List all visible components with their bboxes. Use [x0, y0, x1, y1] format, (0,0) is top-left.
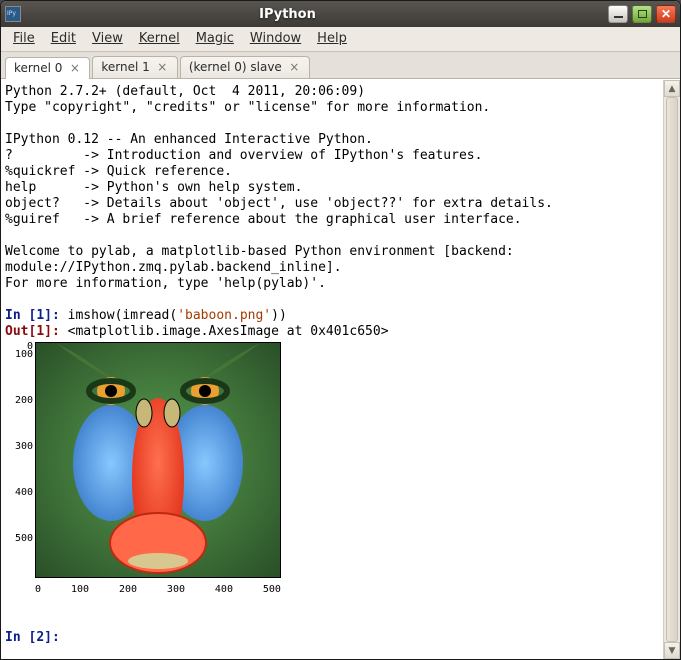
- help-text: object? -> Details about 'object', use '…: [5, 196, 553, 211]
- scroll-track[interactable]: [664, 97, 680, 642]
- out-prompt-end: ]:: [44, 324, 67, 339]
- banner-text: IPython 0.12 -- An enhanced Interactive …: [5, 132, 373, 147]
- y-tick: 200: [15, 396, 33, 442]
- menubar: File Edit View Kernel Magic Window Help: [1, 27, 680, 52]
- tabbar: kernel 0 × kernel 1 × (kernel 0) slave ×: [1, 52, 680, 79]
- tab-label: kernel 1: [101, 60, 149, 74]
- y-tick: 100: [15, 350, 33, 396]
- in-prompt-end: ]:: [44, 308, 67, 323]
- banner-text: Python 2.7.2+ (default, Oct 4 2011, 20:0…: [5, 84, 373, 99]
- tab-kernel-0-slave[interactable]: (kernel 0) slave ×: [180, 56, 310, 78]
- menu-file[interactable]: File: [7, 30, 41, 47]
- output-text: <matplotlib.image.AxesImage at 0x401c650…: [68, 324, 389, 339]
- app-window: IPython ✕ File Edit View Kernel Magic Wi…: [0, 0, 681, 660]
- y-tick: 400: [15, 488, 33, 534]
- close-icon[interactable]: ×: [68, 62, 81, 75]
- out-prompt: Out[: [5, 324, 36, 339]
- menu-help[interactable]: Help: [311, 30, 353, 47]
- maximize-button[interactable]: [632, 5, 652, 23]
- y-tick: 300: [15, 442, 33, 488]
- x-tick: 0: [35, 582, 41, 598]
- string-literal: 'baboon.png': [177, 308, 271, 323]
- pylab-text: module://IPython.zmq.pylab.backend_inlin…: [5, 260, 342, 275]
- close-icon[interactable]: ×: [288, 61, 301, 74]
- in-prompt-end: ]:: [44, 630, 67, 645]
- close-icon[interactable]: ×: [156, 61, 169, 74]
- window-title: IPython: [0, 7, 608, 22]
- pylab-text: Welcome to pylab, a matplotlib-based Pyt…: [5, 244, 522, 259]
- tab-label: kernel 0: [14, 61, 62, 75]
- help-text: %quickref -> Quick reference.: [5, 164, 232, 179]
- menu-window[interactable]: Window: [244, 30, 307, 47]
- scroll-thumb[interactable]: [666, 97, 678, 642]
- close-button[interactable]: ✕: [656, 5, 676, 23]
- baboon-image: [36, 343, 280, 577]
- in-prompt-number: 1: [36, 308, 44, 323]
- menu-view[interactable]: View: [86, 30, 129, 47]
- y-axis: 0100200300400500: [5, 342, 35, 580]
- scroll-down-button[interactable]: ▼: [664, 642, 680, 659]
- scroll-up-button[interactable]: ▲: [664, 80, 680, 97]
- banner-text: Type "copyright", "credits" or "license"…: [5, 100, 490, 115]
- menu-kernel[interactable]: Kernel: [133, 30, 186, 47]
- console-area: Python 2.7.2+ (default, Oct 4 2011, 20:0…: [1, 79, 680, 659]
- tab-kernel-1[interactable]: kernel 1 ×: [92, 56, 177, 78]
- in-prompt: In [: [5, 308, 36, 323]
- x-tick: 100: [71, 582, 89, 598]
- tab-kernel-0[interactable]: kernel 0 ×: [5, 57, 90, 79]
- code-text: )): [271, 308, 287, 323]
- out-prompt-number: 1: [36, 324, 44, 339]
- scrollbar[interactable]: ▲ ▼: [663, 80, 680, 659]
- minimize-button[interactable]: [608, 5, 628, 23]
- in-prompt: In [: [5, 630, 36, 645]
- plot-frame: [35, 342, 281, 578]
- x-tick: 200: [119, 582, 137, 598]
- x-tick: 500: [263, 582, 281, 598]
- help-text: ? -> Introduction and overview of IPytho…: [5, 148, 482, 163]
- console[interactable]: Python 2.7.2+ (default, Oct 4 2011, 20:0…: [1, 80, 663, 659]
- app-icon: [5, 6, 21, 22]
- inline-plot: 0100200300400500: [5, 342, 659, 580]
- pylab-text: For more information, type 'help(pylab)'…: [5, 276, 326, 291]
- help-text: help -> Python's own help system.: [5, 180, 302, 195]
- menu-edit[interactable]: Edit: [45, 30, 82, 47]
- titlebar[interactable]: IPython ✕: [1, 1, 680, 27]
- window-controls: ✕: [608, 5, 676, 23]
- x-axis: 0 100 200 300 400 500: [35, 580, 281, 598]
- x-tick: 300: [167, 582, 185, 598]
- y-tick: 500: [15, 534, 33, 580]
- menu-magic[interactable]: Magic: [190, 30, 240, 47]
- code-text: imshow(imread(: [68, 308, 178, 323]
- in-prompt-number: 2: [36, 630, 44, 645]
- help-text: %guiref -> A brief reference about the g…: [5, 212, 522, 227]
- x-tick: 400: [215, 582, 233, 598]
- tab-label: (kernel 0) slave: [189, 60, 282, 74]
